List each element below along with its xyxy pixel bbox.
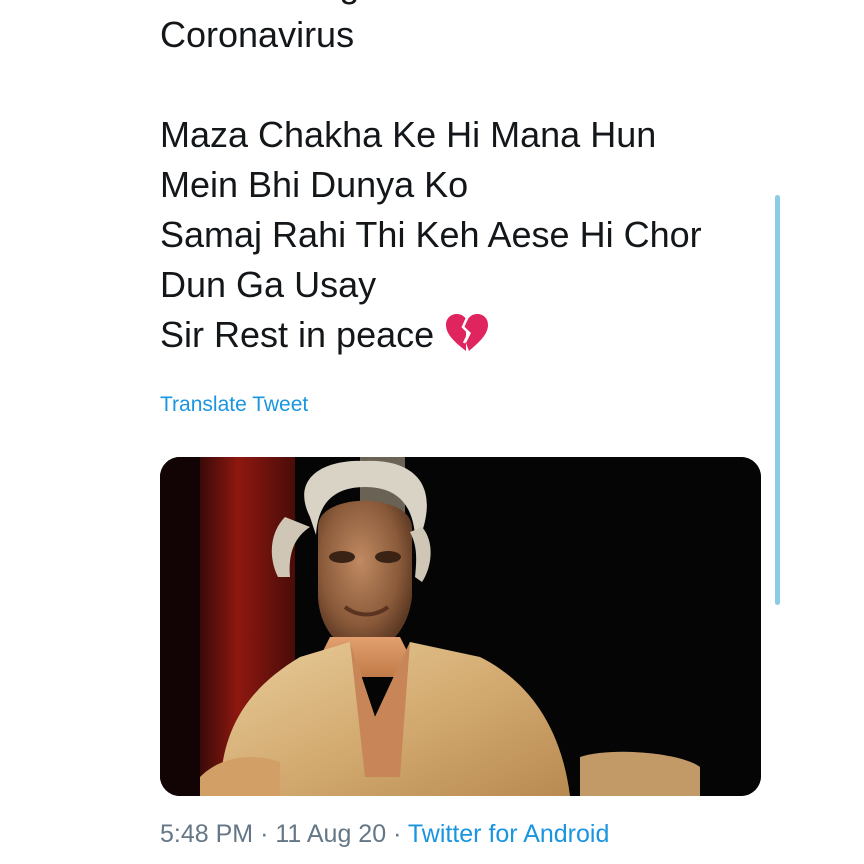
tweet-line: Maza Chakha Ke Hi Mana Hun (160, 114, 657, 155)
tweet-date[interactable]: 11 Aug 20 (275, 820, 386, 848)
tweet-line: After Testing Positive For (160, 0, 760, 10)
meta-separator: · (393, 820, 402, 848)
scrollbar[interactable] (775, 195, 780, 605)
tweet-photo[interactable] (160, 457, 761, 796)
tweet-line-break (160, 60, 760, 110)
broken-heart-icon (446, 314, 489, 351)
tweet-line-text: Sir Rest in peace (160, 314, 435, 355)
tweet-time[interactable]: 5:48 PM (160, 820, 253, 848)
tweet-body: After Testing Positive For Coronavirus M… (160, 0, 760, 360)
tweet-line: Coronavirus (160, 14, 355, 55)
tweet-line-last: Sir Rest in peace (160, 310, 760, 360)
tweet-source-link[interactable]: Twitter for Android (408, 820, 609, 848)
translate-tweet-link[interactable]: Translate Tweet (160, 393, 308, 417)
tweet-line: Samaj Rahi Thi Keh Aese Hi Chor (160, 214, 702, 255)
tweet-line: Dun Ga Usay (160, 264, 377, 305)
tweet-line: Mein Bhi Dunya Ko (160, 164, 469, 205)
tweet-text: After Testing Positive For Coronavirus M… (160, 0, 760, 360)
photo-image (160, 457, 761, 796)
meta-separator: · (260, 820, 269, 848)
tweet-meta: 5:48 PM · 11 Aug 20 · Twitter for Androi… (160, 820, 609, 849)
